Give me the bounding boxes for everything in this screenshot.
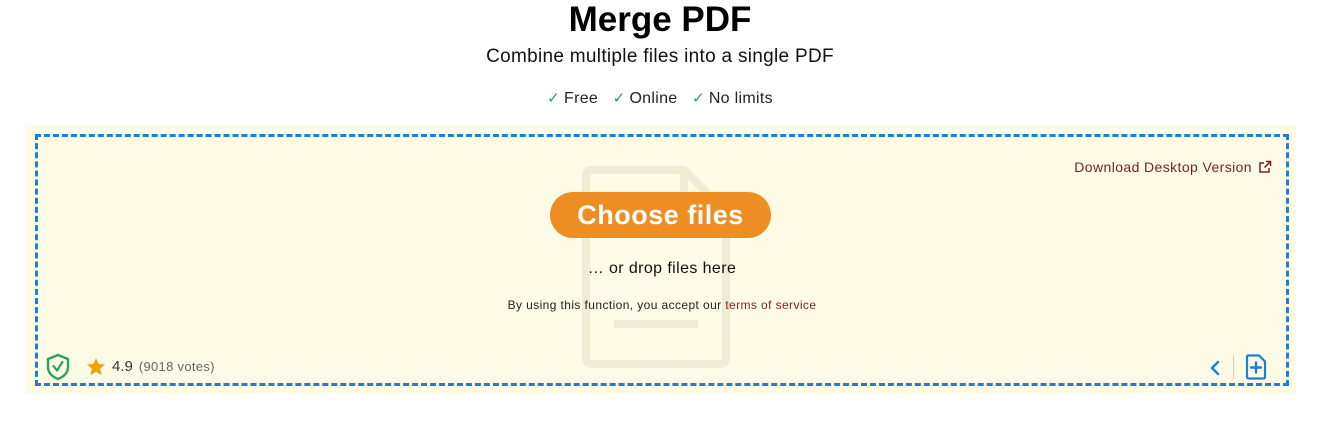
page-title: Merge PDF [568, 0, 752, 39]
tool-area: Download Desktop Version Choose files … … [26, 125, 1296, 394]
star-icon [87, 358, 105, 376]
chevron-left-icon[interactable] [1208, 359, 1222, 377]
footer-divider [1233, 355, 1234, 379]
download-desktop-label: Download Desktop Version [1074, 159, 1252, 175]
file-dropzone[interactable]: Download Desktop Version Choose files … … [35, 134, 1289, 386]
feature-label: No limits [708, 90, 773, 107]
rating-votes: (9018 votes) [138, 359, 215, 374]
download-desktop-link[interactable]: Download Desktop Version [1074, 158, 1272, 176]
terms-prefix: By using this function, you accept our [507, 298, 722, 312]
check-icon: ✓ [691, 89, 705, 107]
rating: 4.9 (9018 votes) [86, 357, 215, 377]
page-subtitle: Combine multiple files into a single PDF [486, 46, 834, 67]
shield-check-icon [46, 353, 70, 381]
choose-files-button[interactable]: Choose files [550, 192, 771, 238]
check-icon: ✓ [547, 89, 560, 107]
external-link-icon [1259, 160, 1272, 173]
feature-label: Online [629, 90, 678, 107]
page: Merge PDF Combine multiple files into a … [0, 0, 1328, 442]
terms-of-service-link[interactable]: terms of service [725, 298, 816, 312]
rating-value: 4.9 [112, 358, 133, 375]
feature-free: ✓ Free [547, 88, 598, 109]
check-icon: ✓ [612, 89, 626, 107]
drop-hint: … or drop files here [587, 260, 737, 277]
terms-notice: By using this function, you accept our t… [38, 297, 1286, 313]
feature-label: Free [564, 90, 599, 107]
feature-no-limits: ✓ No limits [692, 88, 773, 109]
feature-online: ✓ Online [613, 88, 678, 109]
add-file-icon[interactable] [1244, 354, 1268, 380]
feature-list: ✓ Free ✓ Online ✓ No limits [0, 88, 1320, 109]
